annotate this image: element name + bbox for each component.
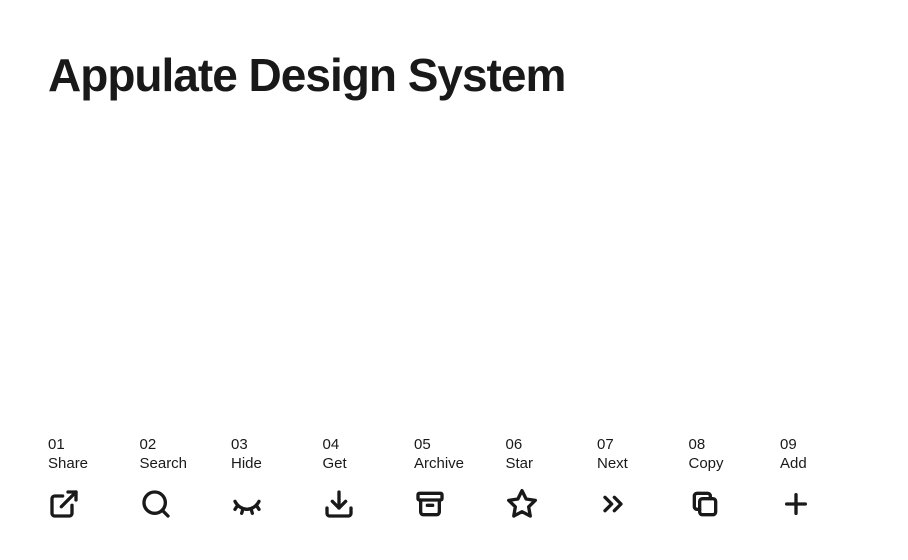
download-icon [323,488,355,520]
icon-grid: 01 Share 02 Search 03 Hide [48,436,860,520]
icon-item-star: 06 Star [506,436,586,520]
icon-label: Search [140,455,188,472]
search-icon [140,488,172,520]
chevrons-right-icon [597,488,629,520]
copy-icon [689,488,721,520]
icon-label: Copy [689,455,724,472]
icon-number: 05 [414,436,431,453]
icon-number: 02 [140,436,157,453]
icon-label: Archive [414,455,464,472]
icon-label: Add [780,455,807,472]
icon-item-share: 01 Share [48,436,128,520]
icon-item-get: 04 Get [323,436,403,520]
icon-item-search: 02 Search [140,436,220,520]
star-icon [506,488,538,520]
share-icon [48,488,80,520]
icon-label: Star [506,455,534,472]
icon-item-add: 09 Add [780,436,860,520]
plus-icon [780,488,812,520]
icon-number: 04 [323,436,340,453]
icon-item-hide: 03 Hide [231,436,311,520]
icon-item-archive: 05 Archive [414,436,494,520]
page-title: Appulate Design System [48,48,565,102]
icon-label: Next [597,455,628,472]
icon-label: Share [48,455,88,472]
icon-item-next: 07 Next [597,436,677,520]
icon-label: Hide [231,455,262,472]
hide-icon [231,488,263,520]
icon-number: 08 [689,436,706,453]
icon-number: 01 [48,436,65,453]
icon-number: 07 [597,436,614,453]
icon-number: 03 [231,436,248,453]
icon-item-copy: 08 Copy [689,436,769,520]
icon-number: 06 [506,436,523,453]
archive-icon [414,488,446,520]
icon-label: Get [323,455,347,472]
icon-number: 09 [780,436,797,453]
